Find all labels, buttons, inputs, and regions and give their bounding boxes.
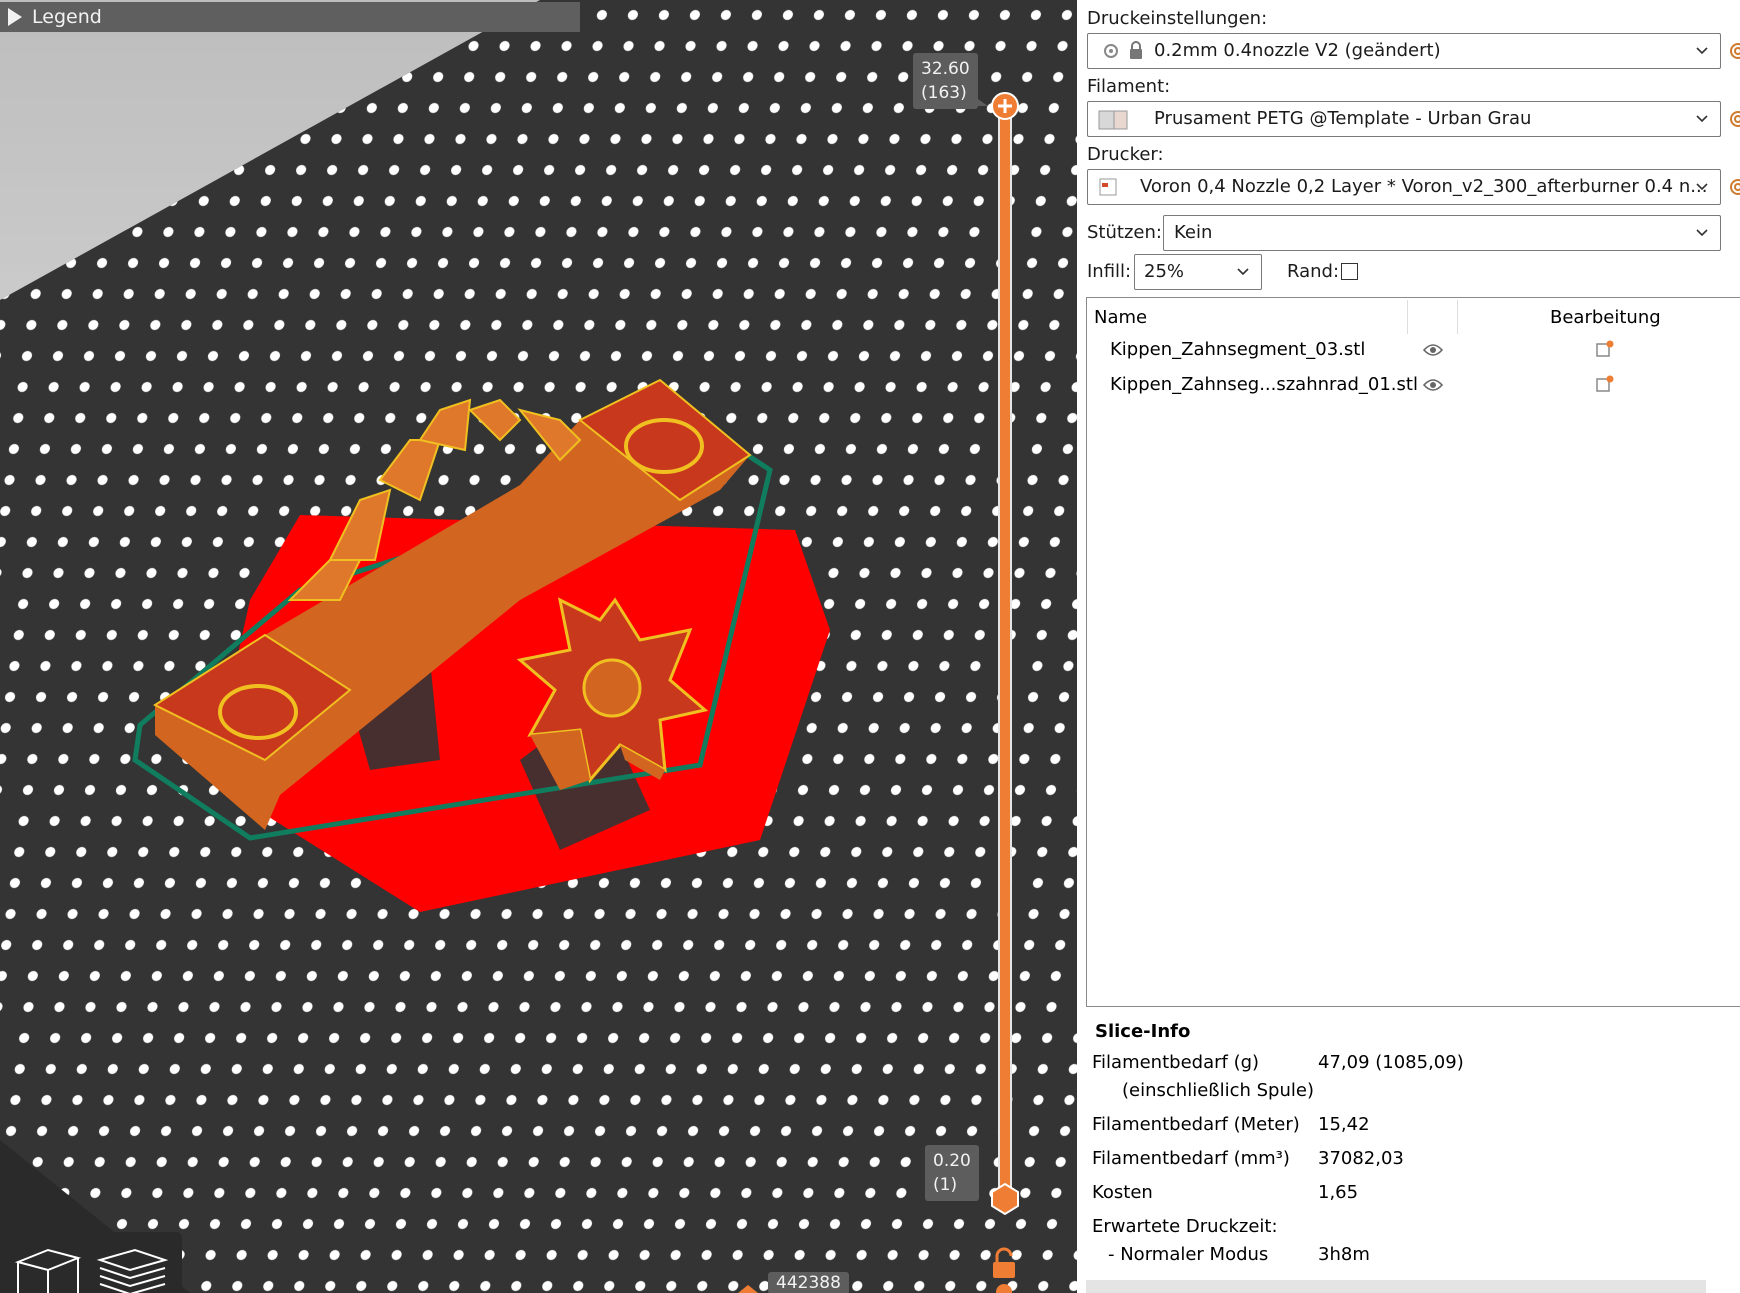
chevron-down-icon bbox=[1696, 183, 1708, 191]
print-settings-value: 0.2mm 0.4nozzle V2 (geändert) bbox=[1154, 40, 1441, 61]
slice-info-key: Erwartete Druckzeit: bbox=[1092, 1216, 1278, 1237]
col-edit-header[interactable]: Bearbeitung bbox=[1550, 307, 1661, 328]
view-toolbar bbox=[0, 1232, 182, 1293]
layer-slider-top-label: 32.60 (163) bbox=[913, 53, 978, 109]
slice-info-key: (einschließlich Spule) bbox=[1122, 1080, 1314, 1101]
brim-checkbox[interactable] bbox=[1341, 263, 1358, 280]
slice-info-value: 1,65 bbox=[1318, 1182, 1359, 1203]
print-settings-label: Druckeinstellungen: bbox=[1087, 8, 1268, 29]
object-name: Kippen_Zahnsegment_03.stl bbox=[1110, 339, 1366, 360]
supports-combo[interactable]: Kein bbox=[1163, 215, 1721, 251]
eye-icon[interactable] bbox=[1423, 378, 1443, 392]
legend-toggle[interactable]: Legend bbox=[0, 2, 580, 32]
lock-icon bbox=[1130, 41, 1142, 59]
3d-viewport[interactable]: Legend 32.60 (163) 0.20 (1) 442388 bbox=[0, 0, 1077, 1293]
edit-settings-icon[interactable] bbox=[1595, 374, 1615, 394]
top-height: 32.60 bbox=[921, 59, 970, 79]
eye-icon[interactable] bbox=[1423, 343, 1443, 357]
slice-info-panel: Slice-Info Filamentbedarf (g) 47,09 (108… bbox=[1086, 1012, 1740, 1272]
filament-color-swatch-icon bbox=[1098, 110, 1128, 130]
chevron-down-icon bbox=[1696, 229, 1708, 237]
slice-info-key: Kosten bbox=[1092, 1182, 1153, 1203]
expand-triangle-icon bbox=[8, 8, 22, 26]
printer-combo[interactable]: Voron 0,4 Nozzle 0,2 Layer * Voron_v2_30… bbox=[1087, 169, 1721, 205]
top-layer: (163) bbox=[921, 83, 967, 103]
slice-info-value: 37082,03 bbox=[1318, 1148, 1404, 1169]
supports-label: Stützen: bbox=[1087, 222, 1162, 243]
printer-label: Drucker: bbox=[1087, 144, 1164, 165]
supports-value: Kein bbox=[1174, 222, 1213, 243]
brim-label: Rand: bbox=[1287, 261, 1340, 282]
bed-scene bbox=[0, 0, 1077, 1293]
layers-preview-icon[interactable] bbox=[96, 1248, 169, 1293]
bottom-layer: (1) bbox=[933, 1175, 958, 1195]
slice-info-key: - Normaler Modus bbox=[1108, 1244, 1269, 1265]
3d-view-icon[interactable] bbox=[14, 1248, 82, 1293]
col-name-header[interactable]: Name bbox=[1094, 307, 1147, 328]
object-name: Kippen_Zahnseg...szahnrad_01.stl bbox=[1110, 374, 1418, 395]
object-row[interactable]: Kippen_Zahnsegment_03.stl bbox=[1087, 334, 1740, 368]
chevron-down-icon bbox=[1237, 268, 1249, 276]
printer-icon bbox=[1099, 178, 1117, 196]
layer-slider-bottom-thumb bbox=[991, 1182, 1019, 1216]
bottom-height: 0.20 bbox=[933, 1151, 971, 1171]
slice-info-key: Filamentbedarf (Meter) bbox=[1092, 1114, 1300, 1135]
chevron-down-icon bbox=[1696, 115, 1708, 123]
filament-label: Filament: bbox=[1087, 76, 1171, 97]
slice-info-key: Filamentbedarf (g) bbox=[1092, 1052, 1260, 1073]
printer-gear-icon[interactable] bbox=[1727, 176, 1740, 198]
chevron-down-icon bbox=[1696, 47, 1708, 55]
status-strip bbox=[1086, 1280, 1706, 1293]
gear-icon bbox=[1104, 44, 1118, 58]
slice-info-value: 47,09 (1085,09) bbox=[1318, 1052, 1464, 1073]
edit-settings-icon[interactable] bbox=[1595, 339, 1615, 359]
move-slider-label: 442388 bbox=[768, 1272, 849, 1293]
object-list: Name Bearbeitung Kippen_Zahnsegment_03.s… bbox=[1086, 297, 1740, 1007]
object-row[interactable]: Kippen_Zahnseg...szahnrad_01.stl bbox=[1087, 369, 1740, 403]
print-settings-combo[interactable]: 0.2mm 0.4nozzle V2 (geändert) bbox=[1087, 33, 1721, 69]
slice-info-key: Filamentbedarf (mm³) bbox=[1092, 1148, 1290, 1169]
filament-gear-icon[interactable] bbox=[1727, 108, 1740, 130]
infill-label: Infill: bbox=[1087, 261, 1132, 282]
infill-combo[interactable]: 25% bbox=[1134, 254, 1262, 290]
layer-slider-bottom-label: 0.20 (1) bbox=[925, 1145, 979, 1201]
legend-label: Legend bbox=[32, 6, 102, 28]
filament-combo[interactable]: Prusament PETG @Template - Urban Grau bbox=[1087, 101, 1721, 137]
print-settings-gear-icon[interactable] bbox=[1727, 40, 1740, 62]
infill-value: 25% bbox=[1144, 261, 1185, 282]
slice-info-value: 3h8m bbox=[1318, 1244, 1370, 1265]
slice-info-value: 15,42 bbox=[1318, 1114, 1370, 1135]
printer-value: Voron 0,4 Nozzle 0,2 Layer * Voron_v2_30… bbox=[1140, 176, 1708, 197]
filament-value: Prusament PETG @Template - Urban Grau bbox=[1154, 108, 1532, 129]
slice-info-title: Slice-Info bbox=[1095, 1021, 1191, 1042]
